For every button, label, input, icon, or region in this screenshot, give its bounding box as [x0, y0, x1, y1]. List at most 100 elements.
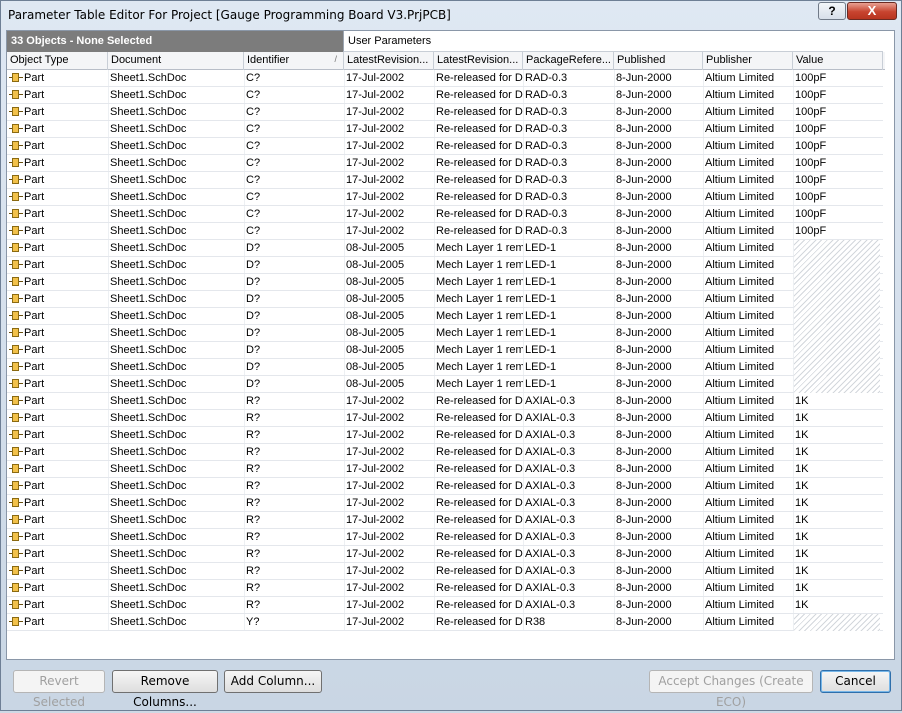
cell-latest-revision-date[interactable]: 08-Jul-2005	[344, 325, 434, 342]
cell-publisher[interactable]: Altium Limited	[703, 563, 793, 580]
cell-published[interactable]: 8-Jun-2000	[614, 189, 703, 206]
table-row[interactable]: Part Sheet1.SchDoc C? 17-Jul-2002 Re-release…	[7, 155, 883, 172]
cell-latest-revision-note[interactable]: Re-released for DXP Platform.	[434, 495, 523, 512]
cell-package-reference[interactable]: LED-1	[523, 308, 614, 325]
cell-published[interactable]: 8-Jun-2000	[614, 155, 703, 172]
cell-latest-revision-note[interactable]: Re-released for DXP Platform.	[434, 155, 523, 172]
cell-latest-revision-date[interactable]: 17-Jul-2002	[344, 172, 434, 189]
cell-published[interactable]: 8-Jun-2000	[614, 274, 703, 291]
cell-latest-revision-date[interactable]: 17-Jul-2002	[344, 189, 434, 206]
cell-published[interactable]: 8-Jun-2000	[614, 563, 703, 580]
cell-publisher[interactable]: Altium Limited	[703, 155, 793, 172]
cell-publisher[interactable]: Altium Limited	[703, 580, 793, 597]
table-row[interactable]: Part Sheet1.SchDoc R? 17-Jul-2002 Re-release…	[7, 478, 883, 495]
cell-value-not-applicable[interactable]	[794, 376, 880, 393]
cell-value[interactable]: 1K	[793, 563, 883, 580]
cell-package-reference[interactable]: RAD-0.3	[523, 189, 614, 206]
table-row[interactable]: Part Sheet1.SchDoc R? 17-Jul-2002 Re-release…	[7, 444, 883, 461]
cell-latest-revision-note[interactable]: Re-released for DXP Platform.	[434, 393, 523, 410]
cancel-button[interactable]: Cancel	[820, 670, 891, 693]
cell-published[interactable]: 8-Jun-2000	[614, 325, 703, 342]
table-row[interactable]: Part Sheet1.SchDoc C? 17-Jul-2002 Re-release…	[7, 189, 883, 206]
cell-publisher[interactable]: Altium Limited	[703, 393, 793, 410]
cell-publisher[interactable]: Altium Limited	[703, 529, 793, 546]
cell-latest-revision-note[interactable]: Re-released for DXP Platform.	[434, 121, 523, 138]
cell-latest-revision-note[interactable]: Re-released for DXP Platform.	[434, 87, 523, 104]
table-row[interactable]: Part Sheet1.SchDoc C? 17-Jul-2002 Re-release…	[7, 138, 883, 155]
cell-package-reference[interactable]: LED-1	[523, 240, 614, 257]
table-row[interactable]: Part Sheet1.SchDoc R? 17-Jul-2002 Re-release…	[7, 461, 883, 478]
cell-latest-revision-note[interactable]: Re-released for DXP Platform.	[434, 478, 523, 495]
cell-published[interactable]: 8-Jun-2000	[614, 121, 703, 138]
cell-latest-revision-note[interactable]: Mech Layer 1 removed	[434, 308, 523, 325]
cell-latest-revision-note[interactable]: Re-released for DXP Platform.	[434, 580, 523, 597]
cell-latest-revision-date[interactable]: 08-Jul-2005	[344, 291, 434, 308]
cell-latest-revision-date[interactable]: 17-Jul-2002	[344, 87, 434, 104]
cell-latest-revision-date[interactable]: 17-Jul-2002	[344, 104, 434, 121]
cell-published[interactable]: 8-Jun-2000	[614, 597, 703, 614]
cell-latest-revision-date[interactable]: 17-Jul-2002	[344, 495, 434, 512]
cell-package-reference[interactable]: AXIAL-0.3	[523, 597, 614, 614]
table-row[interactable]: Part Sheet1.SchDoc R? 17-Jul-2002 Re-release…	[7, 580, 883, 597]
cell-publisher[interactable]: Altium Limited	[703, 461, 793, 478]
cell-latest-revision-date[interactable]: 17-Jul-2002	[344, 512, 434, 529]
cell-publisher[interactable]: Altium Limited	[703, 257, 793, 274]
cell-package-reference[interactable]: AXIAL-0.3	[523, 512, 614, 529]
cell-latest-revision-note[interactable]: Mech Layer 1 removed	[434, 274, 523, 291]
cell-package-reference[interactable]: LED-1	[523, 291, 614, 308]
cell-value[interactable]: 100pF	[793, 70, 883, 87]
cell-value[interactable]: 100pF	[793, 206, 883, 223]
cell-latest-revision-date[interactable]: 17-Jul-2002	[344, 206, 434, 223]
cell-value-not-applicable[interactable]	[794, 240, 880, 257]
cell-latest-revision-date[interactable]: 08-Jul-2005	[344, 240, 434, 257]
column-header-publisher[interactable]: Publisher	[703, 52, 793, 70]
cell-publisher[interactable]: Altium Limited	[703, 376, 793, 393]
cell-package-reference[interactable]: RAD-0.3	[523, 206, 614, 223]
cell-latest-revision-date[interactable]: 08-Jul-2005	[344, 257, 434, 274]
cell-latest-revision-date[interactable]: 08-Jul-2005	[344, 359, 434, 376]
table-row[interactable]: Part Sheet1.SchDoc R? 17-Jul-2002 Re-release…	[7, 563, 883, 580]
column-header-document[interactable]: Document	[108, 52, 244, 70]
cell-latest-revision-note[interactable]: Re-released for DXP Platform.	[434, 546, 523, 563]
cell-published[interactable]: 8-Jun-2000	[614, 529, 703, 546]
cell-value-not-applicable[interactable]	[794, 359, 880, 376]
cell-package-reference[interactable]: LED-1	[523, 257, 614, 274]
cell-latest-revision-note[interactable]: Re-released for DXP Platform.	[434, 172, 523, 189]
table-row[interactable]: Part Sheet1.SchDoc C? 17-Jul-2002 Re-release…	[7, 121, 883, 138]
cell-publisher[interactable]: Altium Limited	[703, 274, 793, 291]
cell-package-reference[interactable]: LED-1	[523, 274, 614, 291]
cell-value-not-applicable[interactable]	[794, 325, 880, 342]
cell-value-not-applicable[interactable]	[794, 308, 880, 325]
cell-package-reference[interactable]: AXIAL-0.3	[523, 563, 614, 580]
cell-package-reference[interactable]: AXIAL-0.3	[523, 393, 614, 410]
cell-package-reference[interactable]: RAD-0.3	[523, 70, 614, 87]
cell-package-reference[interactable]: RAD-0.3	[523, 87, 614, 104]
table-row[interactable]: Part Sheet1.SchDoc D? 08-Jul-2005 Mech Layer…	[7, 291, 883, 308]
cell-latest-revision-date[interactable]: 17-Jul-2002	[344, 70, 434, 87]
cell-publisher[interactable]: Altium Limited	[703, 427, 793, 444]
cell-value[interactable]: 100pF	[793, 87, 883, 104]
cell-latest-revision-note[interactable]: Re-released for DXP Platform.	[434, 410, 523, 427]
cell-package-reference[interactable]: RAD-0.3	[523, 121, 614, 138]
cell-publisher[interactable]: Altium Limited	[703, 172, 793, 189]
close-button[interactable]: X	[847, 2, 897, 20]
cell-value[interactable]: 1K	[793, 529, 883, 546]
cell-latest-revision-note[interactable]: Re-released for DXP Platform.	[434, 223, 523, 240]
cell-published[interactable]: 8-Jun-2000	[614, 580, 703, 597]
title-bar[interactable]: Parameter Table Editor For Project [Gaug…	[1, 1, 901, 29]
cell-published[interactable]: 8-Jun-2000	[614, 70, 703, 87]
cell-publisher[interactable]: Altium Limited	[703, 512, 793, 529]
cell-publisher[interactable]: Altium Limited	[703, 444, 793, 461]
cell-publisher[interactable]: Altium Limited	[703, 189, 793, 206]
cell-latest-revision-date[interactable]: 17-Jul-2002	[344, 597, 434, 614]
table-row[interactable]: Part Sheet1.SchDoc R? 17-Jul-2002 Re-release…	[7, 410, 883, 427]
table-row[interactable]: Part Sheet1.SchDoc R? 17-Jul-2002 Re-release…	[7, 512, 883, 529]
cell-published[interactable]: 8-Jun-2000	[614, 342, 703, 359]
cell-published[interactable]: 8-Jun-2000	[614, 223, 703, 240]
cell-published[interactable]: 8-Jun-2000	[614, 291, 703, 308]
cell-publisher[interactable]: Altium Limited	[703, 342, 793, 359]
cell-publisher[interactable]: Altium Limited	[703, 87, 793, 104]
cell-publisher[interactable]: Altium Limited	[703, 410, 793, 427]
cell-published[interactable]: 8-Jun-2000	[614, 512, 703, 529]
cell-publisher[interactable]: Altium Limited	[703, 359, 793, 376]
